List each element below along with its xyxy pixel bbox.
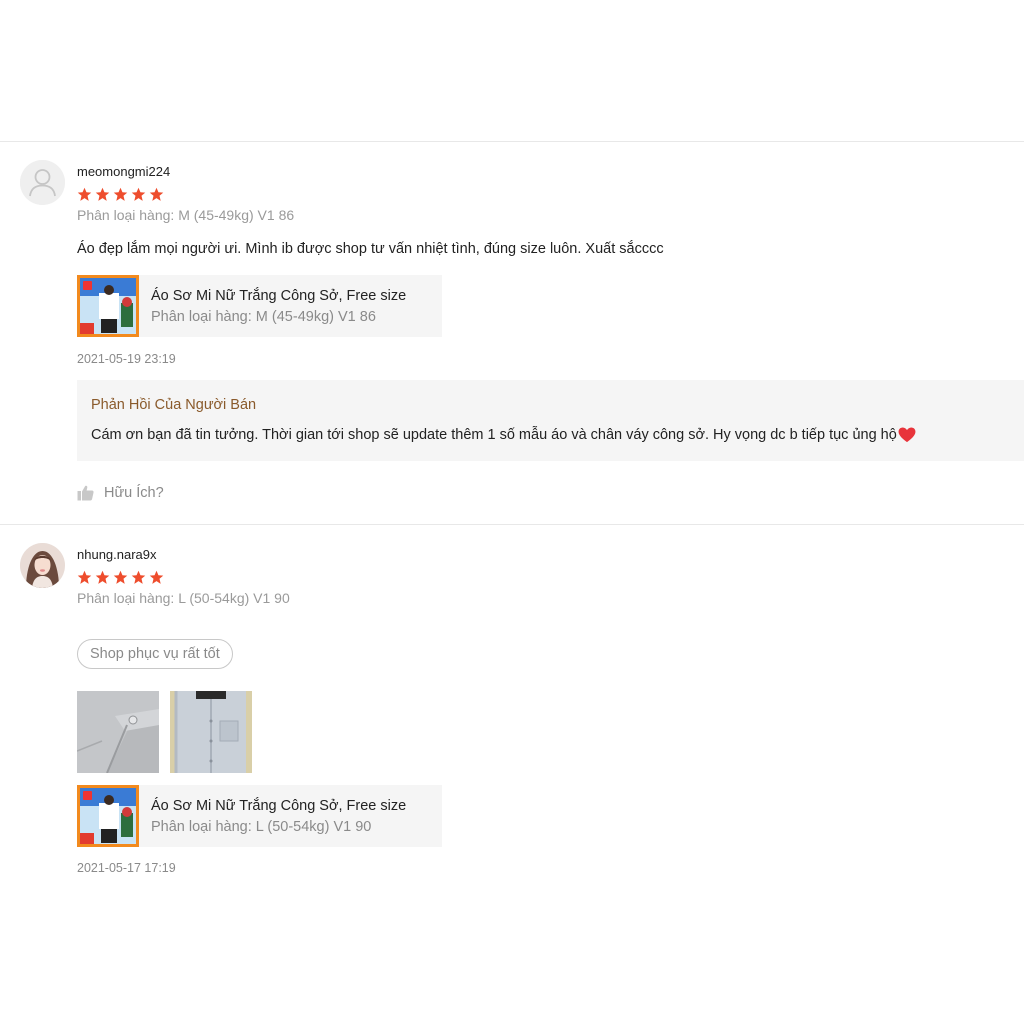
review-timestamp: 2021-05-17 17:19 — [77, 861, 176, 875]
seller-reply-title: Phản Hồi Của Người Bán — [91, 397, 257, 413]
avatar[interactable] — [20, 543, 65, 588]
star-icon — [77, 187, 92, 201]
avatar[interactable] — [20, 160, 65, 205]
seller-reply-text: Cám ơn bạn đã tin tưởng. Thời gian tới s… — [91, 427, 897, 443]
helpful-button[interactable]: Hữu Ích? — [77, 484, 164, 502]
star-icon — [131, 570, 146, 584]
reviewer-username[interactable]: meomongmi224 — [77, 164, 1024, 180]
product-thumbnail[interactable] — [77, 785, 139, 847]
reviewer-username[interactable]: nhung.nara9x — [77, 547, 1024, 563]
seller-reply-text-row: Cám ơn bạn đã tin tưởng. Thời gian tới s… — [91, 425, 916, 445]
product-variant: Phân loại hàng: M (45-49kg) V1 86 — [151, 309, 376, 325]
star-icon — [149, 187, 164, 201]
seller-reply: Phản Hồi Của Người Bán Cám ơn bạn đã tin… — [77, 380, 1024, 461]
review-divider — [0, 524, 1024, 525]
review-variant: Phân loại hàng: L (50-54kg) V1 90 — [77, 590, 290, 606]
review-photo[interactable] — [170, 691, 252, 773]
product-thumbnail[interactable] — [77, 275, 139, 337]
helpful-label: Hữu Ích? — [104, 485, 164, 501]
star-icon — [131, 187, 146, 201]
review-variant: Phân loại hàng: M (45-49kg) V1 86 — [77, 207, 295, 223]
rating-stars — [77, 570, 1024, 585]
review-tag: Shop phục vụ rất tốt — [77, 639, 233, 669]
product-card[interactable]: Áo Sơ Mi Nữ Trắng Công Sở, Free size Phâ… — [77, 275, 442, 337]
user-photo-avatar — [20, 543, 65, 588]
rating-stars — [77, 187, 1024, 202]
star-icon — [77, 570, 92, 584]
star-icon — [113, 187, 128, 201]
top-divider — [0, 141, 1024, 142]
product-name[interactable]: Áo Sơ Mi Nữ Trắng Công Sở, Free size — [151, 287, 431, 305]
star-icon — [95, 187, 110, 201]
review-photo[interactable] — [77, 691, 159, 773]
user-silhouette-icon — [20, 160, 65, 205]
review-timestamp: 2021-05-19 23:19 — [77, 352, 176, 366]
star-icon — [113, 570, 128, 584]
thumbs-up-icon — [77, 485, 94, 501]
heart-icon — [898, 427, 916, 443]
product-card[interactable]: Áo Sơ Mi Nữ Trắng Công Sở, Free size Phâ… — [77, 785, 442, 847]
product-variant: Phân loại hàng: L (50-54kg) V1 90 — [151, 819, 372, 835]
star-icon — [95, 570, 110, 584]
product-name[interactable]: Áo Sơ Mi Nữ Trắng Công Sở, Free size — [151, 797, 431, 815]
review-comment: Áo đẹp lắm mọi người ưi. Mình ib được sh… — [77, 241, 664, 257]
star-icon — [149, 570, 164, 584]
